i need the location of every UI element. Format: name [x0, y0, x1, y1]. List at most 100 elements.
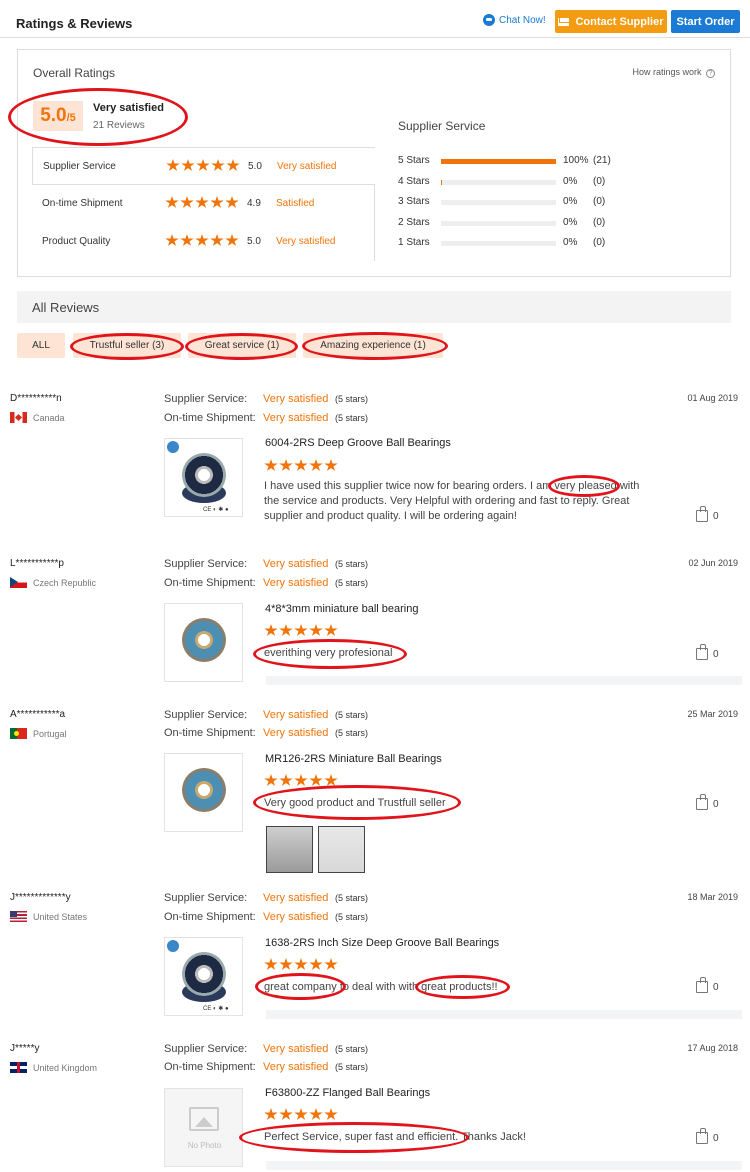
like-count: 0	[713, 648, 719, 660]
distribution-row: 1 Stars 0% (0)	[398, 236, 638, 250]
no-photo-label: No Photo	[187, 1141, 222, 1150]
no-photo-placeholder: No Photo	[165, 1089, 242, 1166]
thumbs-up-icon	[696, 506, 708, 522]
review-text: Very good product and Trustfull seller	[264, 797, 446, 809]
tag-all[interactable]: ALL	[17, 333, 65, 358]
product-star-rating	[264, 624, 339, 640]
bearing-image	[182, 453, 226, 497]
subrating-text: Very satisfied	[276, 236, 336, 247]
page-header: Ratings & Reviews Chat Now! Contact Supp…	[0, 0, 750, 38]
portugal-flag-icon	[10, 728, 27, 739]
product-image[interactable]	[164, 753, 243, 832]
reviewer-name: D**********n	[10, 393, 62, 404]
how-ratings-work-label: How ratings work	[632, 67, 702, 77]
supplier-service-label: Supplier Service:	[164, 558, 248, 570]
distribution-label: 1 Stars	[398, 237, 430, 248]
subrating-value: 5.0	[247, 236, 261, 247]
distribution-fill	[441, 180, 443, 185]
distribution-pct: 0%	[563, 196, 578, 207]
chat-now-button[interactable]: Chat Now!	[483, 14, 546, 26]
subrating-row: Supplier Service 5.0 Very satisfied	[32, 147, 375, 185]
shipment-label: On-time Shipment:	[164, 1061, 256, 1073]
tag-trustful-seller[interactable]: Trustful seller (3)	[73, 333, 181, 358]
product-name[interactable]: MR126-2RS Miniature Ball Bearings	[265, 753, 442, 765]
like-button[interactable]: 0	[696, 644, 719, 660]
review-photo[interactable]	[318, 826, 365, 873]
star-rating	[165, 234, 240, 250]
thumbs-up-icon	[696, 1128, 708, 1144]
distribution-row: 4 Stars 0% (0)	[398, 175, 638, 189]
distribution-row: 2 Stars 0% (0)	[398, 216, 638, 230]
distribution-count: (0)	[593, 217, 606, 228]
tag-great-service[interactable]: Great service (1)	[188, 333, 296, 358]
review-count: 21 Reviews	[93, 120, 145, 131]
country-name: Portugal	[33, 728, 67, 739]
reviewer-name: L***********p	[10, 558, 64, 569]
shipment-value: Very satisfied	[263, 1061, 329, 1073]
like-count: 0	[713, 981, 719, 993]
tag-amazing-experience[interactable]: Amazing experience (1)	[303, 333, 443, 358]
supplier-service-title: Supplier Service	[398, 119, 486, 133]
product-image[interactable]	[164, 603, 243, 682]
contact-supplier-label: Contact Supplier	[575, 15, 664, 28]
like-count: 0	[713, 1132, 719, 1144]
review-photo[interactable]	[266, 826, 313, 873]
start-order-button[interactable]: Start Order	[671, 10, 740, 33]
reviewer-name: A***********a	[10, 709, 66, 720]
reviewer-country: Canada	[10, 412, 65, 423]
mail-icon	[558, 17, 570, 26]
shipment-stars: (5 stars)	[335, 413, 369, 423]
like-button[interactable]: 0	[696, 794, 719, 810]
product-name[interactable]: 1638-2RS Inch Size Deep Groove Ball Bear…	[265, 937, 499, 949]
like-button[interactable]: 0	[696, 977, 719, 993]
like-button[interactable]: 0	[696, 1128, 719, 1144]
product-star-rating	[264, 1108, 339, 1124]
country-name: United Kingdom	[33, 1062, 98, 1073]
review-date: 25 Mar 2019	[687, 709, 738, 719]
supplier-service-stars: (5 stars)	[335, 1044, 369, 1054]
subrating-text: Very satisfied	[277, 161, 337, 172]
thumbs-up-icon	[696, 977, 708, 993]
supplier-service-value: Very satisfied	[263, 558, 329, 570]
reviewer-name: J*****y	[10, 1043, 40, 1054]
supplier-service-label: Supplier Service:	[164, 892, 248, 904]
page-title: Ratings & Reviews	[16, 16, 133, 31]
how-ratings-work-link[interactable]: How ratings work ?	[632, 67, 715, 78]
shipment-value: Very satisfied	[263, 911, 329, 923]
contact-supplier-button[interactable]: Contact Supplier	[555, 10, 667, 33]
product-image[interactable]: No Photo	[164, 1088, 243, 1167]
usa-flag-icon	[10, 911, 27, 922]
overall-ratings-panel: Overall Ratings How ratings work ? 5.0/5…	[17, 49, 731, 277]
supplier-service-label: Supplier Service:	[164, 393, 248, 405]
product-image[interactable]: CE ◐ ✱ ●	[164, 438, 243, 517]
country-name: Canada	[33, 412, 65, 423]
distribution-label: 5 Stars	[398, 155, 430, 166]
shipment-stars: (5 stars)	[335, 728, 369, 738]
subrating-value: 5.0	[248, 161, 262, 172]
supplier-service-label: Supplier Service:	[164, 709, 248, 721]
subrating-text: Satisfied	[276, 198, 315, 209]
shipment-label: On-time Shipment:	[164, 911, 256, 923]
shipment-stars: (5 stars)	[335, 1062, 369, 1072]
like-button[interactable]: 0	[696, 506, 719, 522]
overall-score-value: 5.0	[40, 105, 67, 126]
supplier-service-stars: (5 stars)	[335, 893, 369, 903]
reviewer-name: J*************y	[10, 892, 71, 903]
product-image[interactable]: CE ◐ ✱ ●	[164, 937, 243, 1016]
distribution-label: 2 Stars	[398, 217, 430, 228]
thumbs-up-icon	[696, 794, 708, 810]
subrating-value: 4.9	[247, 198, 261, 209]
overall-score: 5.0/5	[33, 101, 83, 131]
shipment-label: On-time Shipment:	[164, 412, 256, 424]
subratings: Supplier Service 5.0 Very satisfied On-t…	[32, 147, 375, 261]
bearing-image	[182, 952, 226, 996]
product-name[interactable]: 6004-2RS Deep Groove Ball Bearings	[265, 437, 451, 449]
product-name[interactable]: F63800-ZZ Flanged Ball Bearings	[265, 1087, 430, 1099]
distribution-bar	[441, 200, 556, 205]
product-star-rating	[264, 958, 339, 974]
review-text: I have used this supplier twice now for …	[264, 480, 640, 522]
distribution-label: 3 Stars	[398, 196, 430, 207]
distribution-bar	[441, 241, 556, 246]
product-name[interactable]: 4*8*3mm miniature ball bearing	[265, 603, 418, 615]
all-reviews-header: All Reviews	[17, 291, 731, 323]
